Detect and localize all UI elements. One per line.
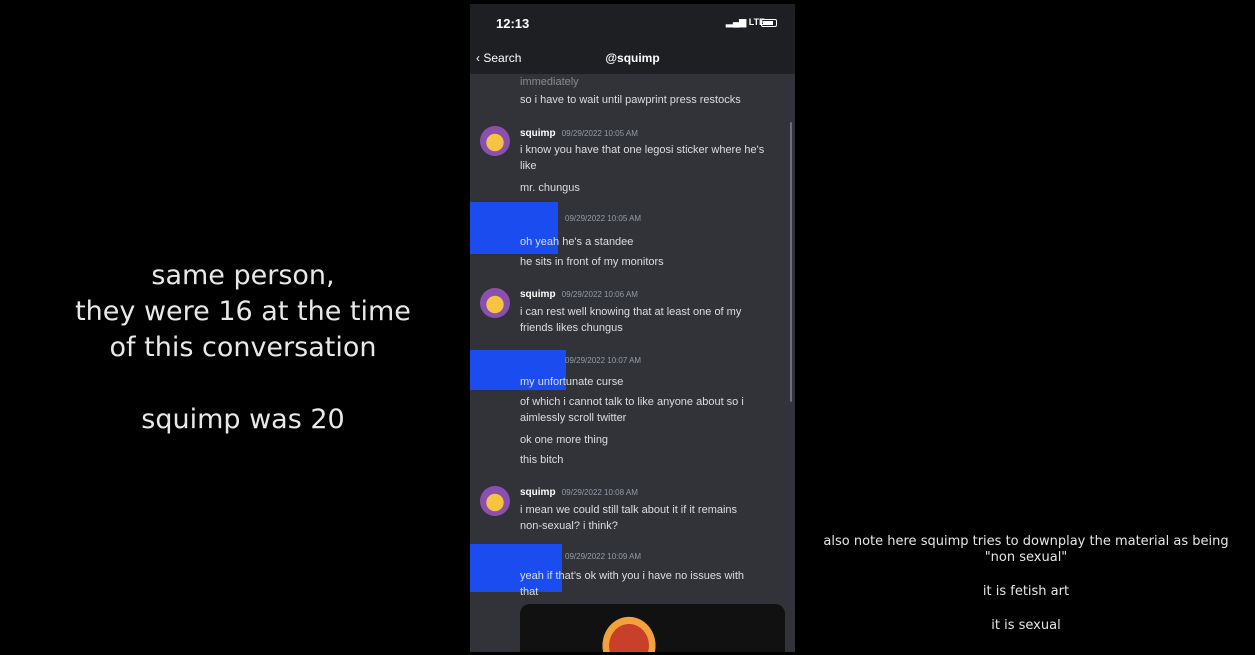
message-line: so i have to wait until pawprint press r… [520,94,741,106]
message-line: yeah if that's ok with you i have no iss… [520,570,745,582]
message-line: this bitch [520,454,564,466]
message-line: immediately [520,76,579,88]
message-meta: squimp 09/29/2022 10:05 AM [520,128,638,139]
character-art-image [598,612,660,652]
message-meta: 09/29/2022 10:07 AM [565,356,641,365]
status-bar: 12:13 ▂▄▆ LTE [470,4,795,44]
status-time: 12:13 [496,16,530,31]
caption-line: it is sexual [991,618,1061,633]
message-meta: 09/29/2022 10:05 AM [565,214,641,223]
author-name[interactable]: squimp [520,128,556,139]
timestamp: 09/29/2022 10:06 AM [561,290,638,299]
signal-bars-icon: ▂▄▆ [726,17,749,27]
image-attachment[interactable] [520,604,785,652]
message-meta: 09/29/2022 10:09 AM [565,552,641,561]
avatar[interactable] [480,126,510,156]
message-line: ok one more thing [520,434,609,446]
caption-line: same person, [151,260,335,291]
author-name[interactable]: squimp [520,487,556,498]
timestamp: 09/29/2022 10:09 AM [565,552,642,561]
channel-title: @squimp [605,51,660,65]
phone-screenshot: 12:13 ▂▄▆ LTE ‹ Search @squimp immediate… [470,4,795,652]
message-line: my unfortunate curse [520,376,624,388]
message-meta: squimp 09/29/2022 10:08 AM [520,487,638,498]
timestamp: 09/29/2022 10:05 AM [565,214,642,223]
caption-line: also note here squimp tries to downplay … [823,534,1229,549]
caption-line: they were 16 at the time [75,296,411,327]
message-line: i mean we could still talk about it if i… [520,504,738,516]
message-line: of which i cannot talk to like anyone ab… [520,396,744,408]
battery-icon [761,19,777,27]
signal-indicator: ▂▄▆ LTE [726,17,765,28]
message-line: non-sexual? i think? [520,520,618,532]
left-caption: same person, they were 16 at the time of… [28,258,458,438]
message-line: aimlessly scroll twitter [520,412,627,424]
message-line: i can rest well knowing that at least on… [520,306,742,318]
timestamp: 09/29/2022 10:05 AM [561,129,638,138]
message-line: mr. chungus [520,182,580,194]
message-line: friends likes chungus [520,322,623,334]
avatar[interactable] [480,486,510,516]
author-name[interactable]: squimp [520,289,556,300]
message-meta: squimp 09/29/2022 10:06 AM [520,289,638,300]
message-line: like [520,160,537,172]
avatar[interactable] [480,288,510,318]
right-caption: also note here squimp tries to downplay … [800,534,1252,634]
caption-line: "non sexual" [984,550,1068,565]
message-line: he sits in front of my monitors [520,256,664,268]
caption-line: of this conversation [109,332,377,363]
timestamp: 09/29/2022 10:07 AM [565,356,642,365]
message-line: i know you have that one legosi sticker … [520,144,765,156]
dm-header: ‹ Search @squimp [470,44,795,74]
message-line: that [520,586,539,598]
scrollbar[interactable] [790,122,792,402]
caption-line: it is fetish art [982,584,1070,599]
message-line: oh yeah he's a standee [520,236,634,248]
timestamp: 09/29/2022 10:08 AM [561,488,638,497]
caption-line: squimp was 20 [141,404,345,435]
